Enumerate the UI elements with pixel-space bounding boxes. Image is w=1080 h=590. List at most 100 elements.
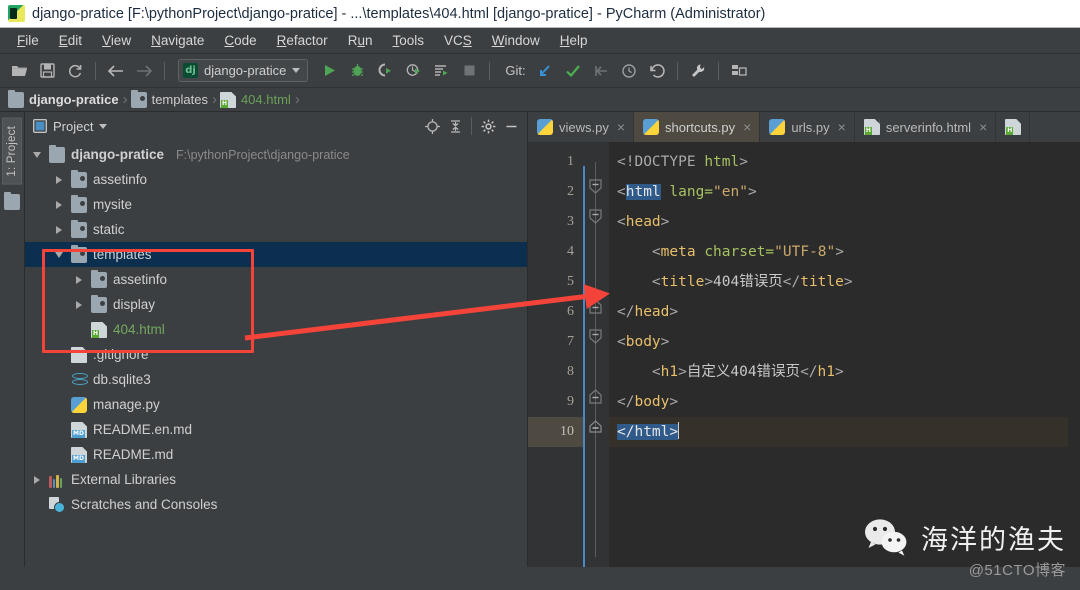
fold-marker-line-2[interactable] [588,179,603,194]
run-configuration-selector[interactable]: dj django-pratice [178,59,309,82]
tree-row-manage-py[interactable]: manage.py [25,392,527,417]
tree-row-assetinfo[interactable]: assetinfo [25,167,527,192]
tab-label: shortcuts.py [665,119,736,135]
save-icon[interactable] [34,58,60,84]
breadcrumb-item-file[interactable]: H 404.html [219,91,294,108]
fold-gutter[interactable] [583,142,609,567]
folder-icon [49,144,65,163]
menu-code[interactable]: Code [215,30,265,51]
expand-arrow-icon[interactable] [53,225,65,234]
expand-arrow-icon[interactable] [53,175,65,184]
update-project-icon[interactable] [532,58,558,84]
expand-arrow-icon[interactable] [73,275,85,284]
code-editor[interactable]: 1 2 3 4 5 6 7 8 9 10 <!DOCTYPE html> <ht… [528,142,1080,567]
tree-row-scratches-and-consoles[interactable]: Scratches and Consoles [25,492,527,517]
fold-marker-line-10[interactable] [588,419,603,434]
history-clock-icon[interactable] [616,58,642,84]
tree-row-readme-en-md[interactable]: MD README.en.md [25,417,527,442]
locate-target-icon[interactable] [422,116,442,136]
close-icon[interactable]: × [979,119,987,135]
tree-row-gitignore[interactable]: .gitignore [25,342,527,367]
push-icon[interactable] [588,58,614,84]
run-profiler-icon[interactable] [400,58,426,84]
tree-row-external-libraries[interactable]: External Libraries [25,467,527,492]
arrow-right-icon[interactable] [131,58,157,84]
tree-row-mysite[interactable]: mysite [25,192,527,217]
tree-row-db-sqlite3[interactable]: db.sqlite3 [25,367,527,392]
editor-tab-bar: views.py × shortcuts.py × urls.py × H se… [528,112,1080,142]
tree-row-404-html[interactable]: H 404.html [25,317,527,342]
menu-tools[interactable]: Tools [383,30,433,51]
close-icon[interactable]: × [838,119,846,135]
tool-window-tab-project[interactable]: 1: Project [2,118,22,185]
menu-vcs[interactable]: VCS [435,30,481,51]
code-text[interactable]: <!DOCTYPE html> <html lang="en"> <head> … [609,142,1068,567]
chevron-down-icon[interactable] [99,123,108,129]
open-folder-icon[interactable] [6,58,32,84]
editor-marker-strip[interactable] [1068,142,1080,567]
menu-help[interactable]: Help [551,30,597,51]
menu-bar[interactable]: File Edit View Navigate Code Refactor Ru… [0,28,1080,54]
wrench-settings-icon[interactable] [685,58,711,84]
arrow-left-icon[interactable] [103,58,129,84]
fold-marker-line-9[interactable] [588,389,603,404]
editor-tab-overflow[interactable]: H [996,112,1031,142]
menu-view[interactable]: View [93,30,140,51]
menu-run[interactable]: Run [339,30,382,51]
expand-arrow-icon[interactable] [31,475,43,484]
line-number: 4 [567,244,574,259]
expand-arrow-icon[interactable] [53,200,65,209]
menu-edit[interactable]: Edit [50,30,91,51]
collapse-all-icon[interactable] [445,116,465,136]
source-folder-icon [71,219,87,238]
tree-row-readme-md[interactable]: MD README.md [25,442,527,467]
code-line-3: <head> [617,214,670,230]
breadcrumb-item-templates[interactable]: templates [130,89,211,108]
code-line-7: <body> [617,334,670,350]
editor-tab-serverinfo-html[interactable]: H serverinfo.html × [855,112,997,142]
toggle-layout-icon[interactable] [726,58,752,84]
minimize-icon[interactable] [501,116,521,136]
editor-tab-views-py[interactable]: views.py × [528,112,635,142]
run-icon[interactable] [316,58,342,84]
project-tree[interactable]: django-pratice F:\pythonProject\django-p… [25,140,527,567]
editor-tab-shortcuts-py[interactable]: shortcuts.py × [634,112,761,142]
commit-checkmark-icon[interactable] [560,58,586,84]
tree-label: README.en.md [93,422,193,437]
menu-window[interactable]: Window [483,30,549,51]
window-title: django-pratice [F:\pythonProject\django-… [32,5,766,22]
git-label: Git: [505,63,526,78]
run-coverage-icon[interactable] [372,58,398,84]
chevron-down-icon[interactable] [292,68,301,73]
run-with-console-icon[interactable] [428,58,454,84]
tree-label: 404.html [113,322,165,337]
line-number: 7 [567,334,574,349]
tree-row-django-pratice[interactable]: django-pratice F:\pythonProject\django-p… [25,142,527,167]
expand-arrow-icon[interactable] [73,300,85,309]
debug-bug-icon[interactable] [344,58,370,84]
collapse-arrow-icon[interactable] [53,251,65,258]
tree-row-static[interactable]: static [25,217,527,242]
stop-icon[interactable] [456,58,482,84]
pycharm-window: django-pratice [F:\pythonProject\django-… [0,0,1080,590]
fold-marker-line-7[interactable] [588,329,603,344]
menu-refactor[interactable]: Refactor [268,30,337,51]
fold-marker-line-3[interactable] [588,209,603,224]
gear-settings-icon[interactable] [478,116,498,136]
close-icon[interactable]: × [617,119,625,135]
main-toolbar: dj django-pratice Git: [0,54,1080,88]
editor-tab-urls-py[interactable]: urls.py × [760,112,855,142]
expand-arrow-icon[interactable] [31,151,43,158]
code-line-2: <html lang="en"> [617,184,757,200]
tree-row-templates-assetinfo[interactable]: assetinfo [25,267,527,292]
tree-row-display[interactable]: display [25,292,527,317]
menu-file[interactable]: File [8,30,48,51]
fold-marker-line-6[interactable] [588,299,603,314]
close-icon[interactable]: × [743,119,751,135]
breadcrumb-item-project[interactable]: django-pratice [8,89,122,108]
tree-row-templates[interactable]: templates [25,242,527,267]
python-file-icon [537,119,553,135]
rollback-icon[interactable] [644,58,670,84]
refresh-icon[interactable] [62,58,88,84]
menu-navigate[interactable]: Navigate [142,30,213,51]
